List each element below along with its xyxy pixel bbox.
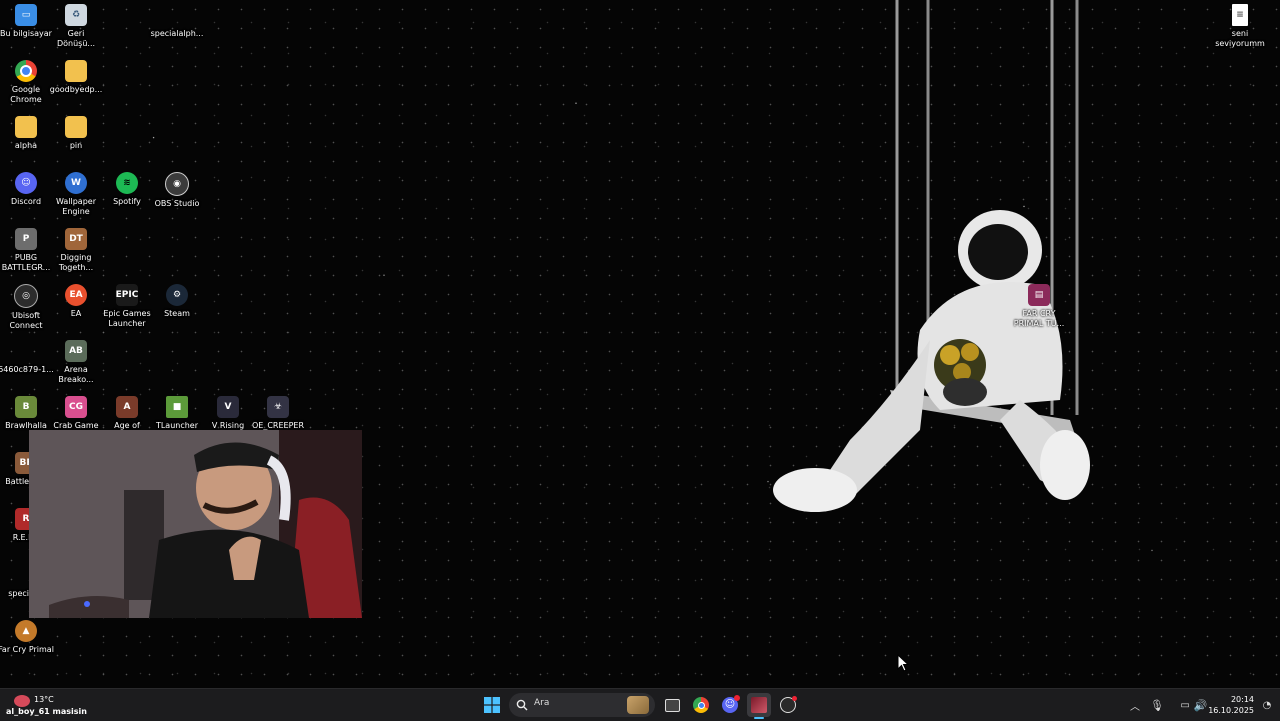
desktop-icon-pubg[interactable]: P PUBG BATTLEGR... xyxy=(0,228,52,273)
search-highlight-icon xyxy=(627,696,649,714)
bell-icon: ◔ xyxy=(1262,699,1272,711)
desktop-icon-digging-together[interactable]: DT Digging Togeth... xyxy=(50,228,102,273)
desktop-icon-seni-seviyorumm[interactable]: ≡ seni seviyorumm xyxy=(1214,4,1266,49)
game-icon: ☣ xyxy=(267,396,289,418)
desktop-icon-brawlhalla[interactable]: B Brawlhalla xyxy=(0,396,52,431)
desktop-icon-goodbyedp[interactable]: goodbyedp... xyxy=(50,60,102,95)
taskbar: 13°C al_boy_61 masisin Ara ☺ ︿ 🎙 ▭ 🔊 20:… xyxy=(0,688,1280,721)
desktop-icon-specialalph[interactable]: specialalph... xyxy=(151,4,204,39)
file-icon xyxy=(166,4,188,26)
desktop-icon-ubisoft-connect[interactable]: ◎ Ubisoft Connect xyxy=(0,284,52,331)
microphone-button[interactable]: 🎙 xyxy=(1148,693,1166,717)
app-icon xyxy=(751,697,767,713)
desktop-icon-far-cry-primal[interactable]: ▲ Far Cry Primal xyxy=(0,620,54,655)
desktop: ▭ Bu bilgisayar ♻ Geri Dönüşü... special… xyxy=(0,0,1280,688)
show-hidden-icons-button[interactable]: ︿ xyxy=(1126,693,1144,717)
desktop-icon-pin[interactable]: pin xyxy=(50,116,102,151)
pubg-icon: P xyxy=(15,228,37,250)
chrome-icon xyxy=(15,60,37,82)
desktop-icon-ea[interactable]: EA EA xyxy=(50,284,102,319)
winrar-icon: ▤ xyxy=(1028,284,1050,306)
game-icon: DT xyxy=(65,228,87,250)
desktop-icon-far-cry-primal-tu[interactable]: ▤ FAR CRY PRIMAL TU... xyxy=(1013,284,1065,329)
text-file-icon: ≡ xyxy=(1232,4,1248,26)
folder-icon xyxy=(15,116,37,138)
search-icon xyxy=(516,699,528,711)
folder-icon xyxy=(65,60,87,82)
file-icon xyxy=(15,340,37,362)
recording-badge xyxy=(792,696,797,701)
minecraft-icon: ■ xyxy=(166,396,188,418)
computer-icon: ▭ xyxy=(15,4,37,26)
ea-icon: EA xyxy=(65,284,87,306)
chevron-up-icon: ︿ xyxy=(1130,701,1140,713)
wallpaper-engine-icon: W xyxy=(65,172,87,194)
taskbar-active-app[interactable] xyxy=(747,693,771,719)
weather-temperature: 13°C xyxy=(34,695,54,704)
windows-icon xyxy=(484,697,500,713)
astronaut-swing-wallpaper xyxy=(773,0,1090,512)
desktop-icon-wallpaper-engine[interactable]: W Wallpaper Engine xyxy=(50,172,102,217)
task-view-button[interactable] xyxy=(660,693,684,717)
start-button[interactable] xyxy=(480,693,504,717)
task-view-icon xyxy=(664,698,680,712)
desktop-icon-epic-games[interactable]: EPIC Epic Games Launcher xyxy=(101,284,153,329)
taskbar-search[interactable]: Ara xyxy=(509,693,655,717)
desktop-icon-oe-creeper[interactable]: ☣ OE_CREEPER xyxy=(252,396,304,431)
weather-description: al_boy_61 masisin xyxy=(6,707,87,716)
desktop-icon-age-of[interactable]: A Age of xyxy=(101,396,153,431)
taskbar-discord[interactable]: ☺ xyxy=(718,693,742,717)
recycle-bin-icon: ♻ xyxy=(65,4,87,26)
obs-icon: ◉ xyxy=(165,172,189,196)
search-placeholder: Ara xyxy=(534,698,550,708)
microphone-icon: 🎙 xyxy=(1150,698,1164,712)
game-icon: A xyxy=(116,396,138,418)
desktop-icon-google-chrome[interactable]: Google Chrome xyxy=(0,60,52,105)
webcam-person-illustration xyxy=(29,430,362,618)
desktop-icon-recycle-bin[interactable]: ♻ Geri Dönüşü... xyxy=(50,4,102,49)
weather-widget[interactable]: 13°C al_boy_61 masisin xyxy=(6,692,96,718)
chrome-icon xyxy=(693,697,709,713)
desktop-icon-tlauncher[interactable]: ■ TLauncher xyxy=(151,396,203,431)
epic-games-icon: EPIC xyxy=(116,284,138,306)
folder-icon xyxy=(65,116,87,138)
taskbar-obs[interactable] xyxy=(776,693,800,717)
desktop-icon-steam[interactable]: ⚙ Steam xyxy=(151,284,203,319)
clock-time: 20:14 xyxy=(1230,695,1254,704)
taskbar-chrome[interactable] xyxy=(689,693,713,717)
desktop-icon-arena-breakout[interactable]: AB Arena Breako... xyxy=(50,340,102,385)
game-icon: CG xyxy=(65,396,87,418)
spotify-icon: ≋ xyxy=(116,172,138,194)
clock-date: 16.10.2025 xyxy=(1208,706,1254,715)
desktop-icon-discord[interactable]: ☺ Discord xyxy=(0,172,52,207)
clock[interactable]: 20:14 16.10.2025 xyxy=(1206,693,1256,717)
game-icon: AB xyxy=(65,340,87,362)
webcam-overlay xyxy=(29,430,362,618)
desktop-icon-this-pc[interactable]: ▭ Bu bilgisayar xyxy=(0,4,52,39)
desktop-icon-v-rising[interactable]: V V Rising xyxy=(202,396,254,431)
network-icon: ▭ xyxy=(1180,699,1190,711)
mouse-cursor xyxy=(897,654,909,672)
far-cry-icon: ▲ xyxy=(15,620,37,642)
weather-icon xyxy=(14,695,30,707)
game-icon: B xyxy=(15,396,37,418)
game-icon: V xyxy=(217,396,239,418)
desktop-icon-spotify[interactable]: ≋ Spotify xyxy=(101,172,153,207)
active-indicator xyxy=(754,717,764,719)
desktop-icon-6460c879[interactable]: 6460c879-1... xyxy=(0,340,54,375)
discord-icon: ☺ xyxy=(15,172,37,194)
notification-center-button[interactable]: ◔ xyxy=(1258,693,1276,717)
steam-icon: ⚙ xyxy=(166,284,188,306)
desktop-icon-alpha[interactable]: alpha xyxy=(0,116,52,151)
ubisoft-icon: ◎ xyxy=(14,284,38,308)
notification-badge xyxy=(734,695,740,701)
desktop-icon-crab-game[interactable]: CG Crab Game xyxy=(50,396,102,431)
desktop-icon-obs-studio[interactable]: ◉ OBS Studio xyxy=(151,172,203,209)
